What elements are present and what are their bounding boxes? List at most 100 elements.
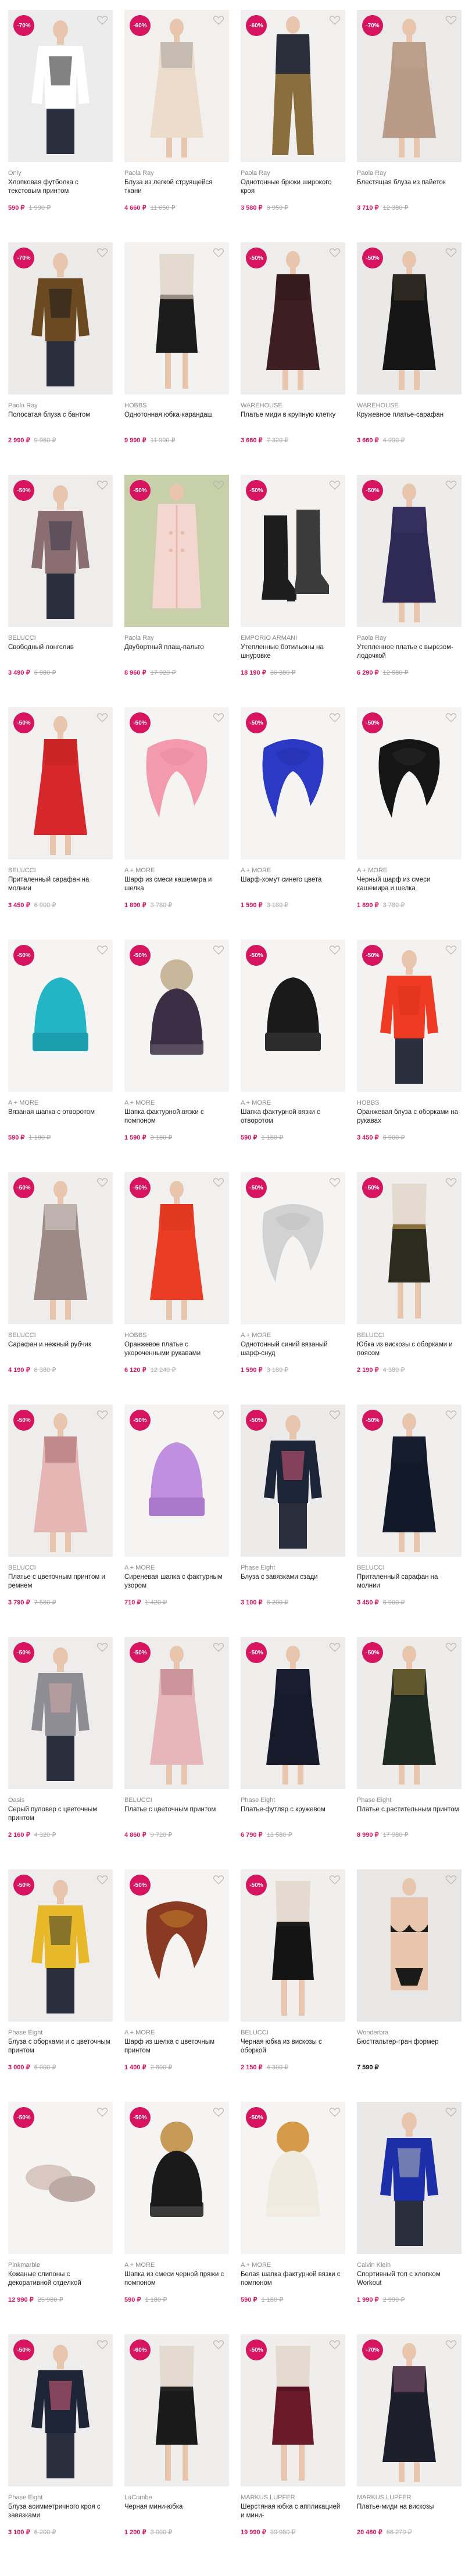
heart-icon[interactable] [213, 2340, 224, 2349]
product-photo[interactable]: -70% [8, 10, 113, 162]
product-card-39[interactable]: -50% A + MORE Белая шапка фактурной вязк… [241, 2102, 345, 2334]
product-photo[interactable]: -50% [8, 1869, 113, 2022]
heart-icon[interactable] [329, 1643, 341, 1652]
product-title[interactable]: Шарф из смеси кашемира и шелка [124, 876, 229, 893]
product-title[interactable]: Блуза с оборками и с цветочным принтом [8, 2038, 113, 2055]
heart-icon[interactable] [96, 945, 108, 955]
product-card-18[interactable]: -50% A + MORE Шапка фактурной вязки с по… [124, 940, 229, 1172]
product-photo[interactable] [357, 1869, 462, 2022]
product-title[interactable]: Бюстгальтер-гран формер [357, 2038, 462, 2055]
heart-icon[interactable] [329, 1875, 341, 1884]
product-photo[interactable]: -50% [8, 475, 113, 627]
heart-icon[interactable] [96, 1178, 108, 1187]
product-card-2[interactable]: -60% Paola Ray Блуза из легкой струящейс… [124, 10, 229, 242]
heart-icon[interactable] [213, 248, 224, 257]
product-photo[interactable]: -50% [241, 1869, 345, 2022]
product-card-42[interactable]: -60% LaCombe Черная мини-юбка 1 200 ₽ 3 … [124, 2334, 229, 2567]
product-card-9[interactable]: -50% BELUCCI Свободный лонгслив 3 490 ₽ … [8, 475, 113, 707]
product-card-4[interactable]: -70% Paola Ray Блестящая блуза из пайето… [357, 10, 462, 242]
heart-icon[interactable] [96, 481, 108, 490]
product-card-29[interactable]: -50% Oasis Серый пуловер с цветочным при… [8, 1637, 113, 1869]
product-title[interactable]: Сиреневая шапка с фактурным узором [124, 1573, 229, 1590]
product-card-12[interactable]: -50% Paola Ray Утепленное платье с вырез… [357, 475, 462, 707]
product-card-15[interactable]: -50% A + MORE Шарф-хомут синего цвета 1 … [241, 707, 345, 940]
product-card-27[interactable]: -50% Phase Eight Блуза с завязками сзади… [241, 1405, 345, 1637]
heart-icon[interactable] [329, 2108, 341, 2117]
product-title[interactable]: Платье-футляр с кружевом [241, 1805, 345, 1823]
product-photo[interactable]: -50% [241, 1172, 345, 1324]
product-card-43[interactable]: -50% MARKUS LUPFER Шерстяная юбка с аппл… [241, 2334, 345, 2567]
heart-icon[interactable] [213, 713, 224, 722]
product-card-31[interactable]: -50% Phase Eight Платье-футляр с кружево… [241, 1637, 345, 1869]
product-title[interactable]: Черная юбка из вискозы с оборкой [241, 2038, 345, 2055]
product-photo[interactable]: -50% [8, 707, 113, 859]
heart-icon[interactable] [213, 1178, 224, 1187]
product-photo[interactable]: -60% [124, 10, 229, 162]
product-card-34[interactable]: -50% A + MORE Шарф из шелка с цветочным … [124, 1869, 229, 2102]
product-card-30[interactable]: -50% BELUCCI Платье с цветочным принтом … [124, 1637, 229, 1869]
heart-icon[interactable] [96, 1875, 108, 1884]
heart-icon[interactable] [213, 1875, 224, 1884]
product-photo[interactable]: -50% [357, 1637, 462, 1789]
product-title[interactable]: Однотонные брюки широкого кроя [241, 178, 345, 196]
heart-icon[interactable] [445, 713, 457, 722]
product-title[interactable]: Платье-миди на вискозы [357, 2503, 462, 2520]
product-title[interactable]: Свободный лонгслив [8, 643, 113, 661]
product-photo[interactable]: -50% [124, 1172, 229, 1324]
heart-icon[interactable] [445, 1410, 457, 1420]
product-title[interactable]: Серый пуловер с цветочным принтом [8, 1805, 113, 1823]
product-photo[interactable]: -50% [124, 1869, 229, 2022]
heart-icon[interactable] [329, 1410, 341, 1420]
heart-icon[interactable] [329, 1178, 341, 1187]
product-title[interactable]: Платье миди в крупную клетку [241, 411, 345, 428]
heart-icon[interactable] [213, 945, 224, 955]
product-title[interactable]: Платье с цветочным принтом и ремнем [8, 1573, 113, 1590]
product-photo[interactable]: -50% [8, 1405, 113, 1557]
product-title[interactable]: Шапка фактурной вязки с помпоном [124, 1108, 229, 1126]
heart-icon[interactable] [96, 1643, 108, 1652]
heart-icon[interactable] [445, 2108, 457, 2117]
product-card-37[interactable]: -50% Pinkmarble Кожаные слипоны с декора… [8, 2102, 113, 2334]
product-title[interactable]: Блуза из легкой струящейся ткани [124, 178, 229, 196]
product-title[interactable]: Блуза с завязками сзади [241, 1573, 345, 1590]
product-card-13[interactable]: -50% BELUCCI Приталенный сарафан на молн… [8, 707, 113, 940]
product-card-20[interactable]: -50% HOBBS Оранжевая блуза с оборками на… [357, 940, 462, 1172]
product-title[interactable]: Юбка из вискозы с оборками и поясом [357, 1341, 462, 1358]
product-photo[interactable]: -70% [357, 2334, 462, 2487]
product-card-21[interactable]: -50% BELUCCI Сарафан и нежный рубчик 4 1… [8, 1172, 113, 1405]
heart-icon[interactable] [329, 945, 341, 955]
heart-icon[interactable] [329, 713, 341, 722]
product-photo[interactable]: -50% [241, 940, 345, 1092]
product-title[interactable]: Шапка из смеси черной пряжи с помпоном [124, 2270, 229, 2288]
product-title[interactable]: Спортивный топ с хлопком Workout [357, 2270, 462, 2288]
product-photo[interactable]: -50% [124, 2102, 229, 2254]
heart-icon[interactable] [445, 1875, 457, 1884]
product-title[interactable]: Белая шапка фактурной вязки с помпоном [241, 2270, 345, 2288]
product-photo[interactable]: -50% [8, 2102, 113, 2254]
heart-icon[interactable] [329, 2340, 341, 2349]
product-title[interactable]: Блестящая блуза из пайеток [357, 178, 462, 196]
product-photo[interactable] [357, 2102, 462, 2254]
heart-icon[interactable] [445, 1643, 457, 1652]
product-photo[interactable]: -50% [357, 940, 462, 1092]
heart-icon[interactable] [445, 1178, 457, 1187]
product-photo[interactable]: -50% [241, 1405, 345, 1557]
product-title[interactable]: Вязаная шапка с отворотом [8, 1108, 113, 1126]
product-photo[interactable]: -50% [124, 707, 229, 859]
heart-icon[interactable] [96, 248, 108, 257]
product-title[interactable]: Утепленные ботильоны на шнуровке [241, 643, 345, 661]
product-photo[interactable]: -50% [241, 2334, 345, 2487]
product-title[interactable]: Сарафан и нежный рубчик [8, 1341, 113, 1358]
heart-icon[interactable] [445, 945, 457, 955]
product-card-7[interactable]: -50% WAREHOUSE Платье миди в крупную кле… [241, 242, 345, 475]
product-photo[interactable] [124, 242, 229, 395]
product-card-17[interactable]: -50% A + MORE Вязаная шапка с отворотом … [8, 940, 113, 1172]
heart-icon[interactable] [96, 2340, 108, 2349]
product-card-22[interactable]: -50% HOBBS Оранжевое платье с укороченны… [124, 1172, 229, 1405]
product-title[interactable]: Двубортный плащ-пальто [124, 643, 229, 661]
product-photo[interactable]: -50% [241, 475, 345, 627]
product-card-44[interactable]: -70% MARKUS LUPFER Платье-миди на вискоз… [357, 2334, 462, 2567]
product-photo[interactable]: -50% [124, 1637, 229, 1789]
product-title[interactable]: Однотонная юбка-карандаш [124, 411, 229, 428]
heart-icon[interactable] [213, 481, 224, 490]
